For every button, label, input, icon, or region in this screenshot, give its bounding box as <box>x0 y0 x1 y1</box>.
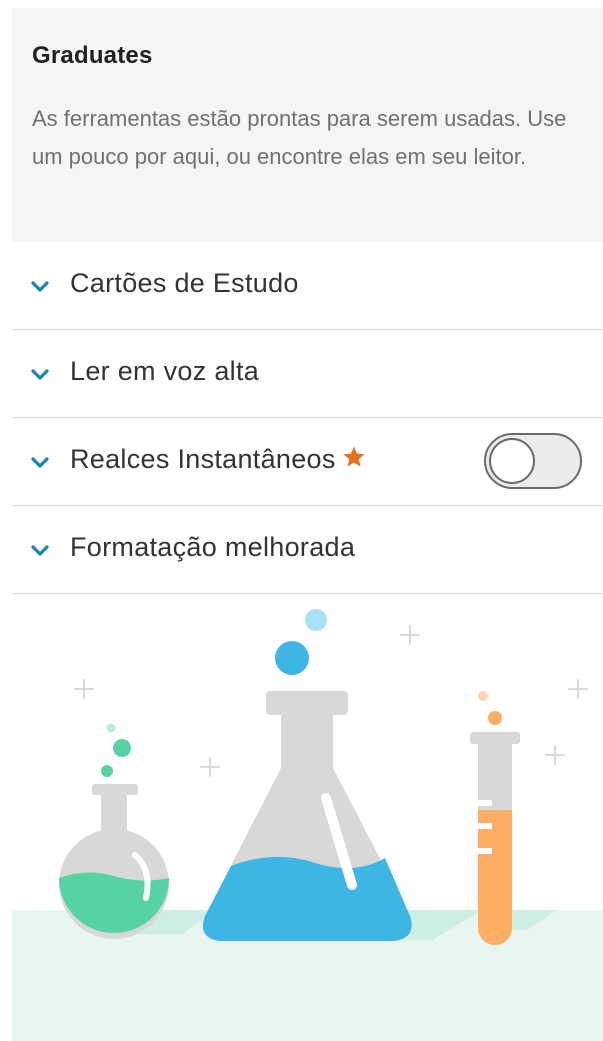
chevron-down-icon[interactable] <box>30 280 50 294</box>
conical-flask <box>202 609 412 941</box>
tool-row-read-aloud[interactable]: Ler em voz alta <box>12 330 603 418</box>
tools-panel: Graduates As ferramentas estão prontas p… <box>12 0 603 1041</box>
header-card: Graduates As ferramentas estão prontas p… <box>12 8 603 242</box>
instant-highlights-toggle[interactable] <box>484 433 582 489</box>
panel-description: As ferramentas estão prontas para serem … <box>32 106 567 169</box>
tool-row-instant-highlights[interactable]: Realces Instantâneos <box>12 418 603 506</box>
tool-row-study-cards[interactable]: Cartões de Estudo <box>12 242 603 330</box>
tool-row-enhanced-formatting[interactable]: Formatação melhorada <box>12 506 603 594</box>
tools-list: Cartões de Estudo Ler em voz alta Realce… <box>12 242 603 594</box>
chevron-down-icon[interactable] <box>30 368 50 382</box>
tool-label-enhanced-formatting: Formatação melhorada <box>70 532 356 562</box>
test-tube <box>470 691 520 945</box>
chevron-down-icon[interactable] <box>30 544 50 558</box>
tool-label-read-aloud: Ler em voz alta <box>70 356 260 386</box>
tool-label-instant-highlights-wrap: Realces Instantâneos <box>70 444 366 475</box>
star-icon <box>343 446 365 467</box>
laboratory-flasks-illustration <box>12 609 603 1041</box>
chevron-down-icon[interactable] <box>30 456 50 470</box>
round-flask <box>59 723 169 939</box>
tool-label-study-cards: Cartões de Estudo <box>70 268 299 298</box>
panel-title: Graduates <box>32 42 153 69</box>
toggle-knob <box>489 438 535 484</box>
tool-label-instant-highlights: Realces Instantâneos <box>70 444 336 474</box>
